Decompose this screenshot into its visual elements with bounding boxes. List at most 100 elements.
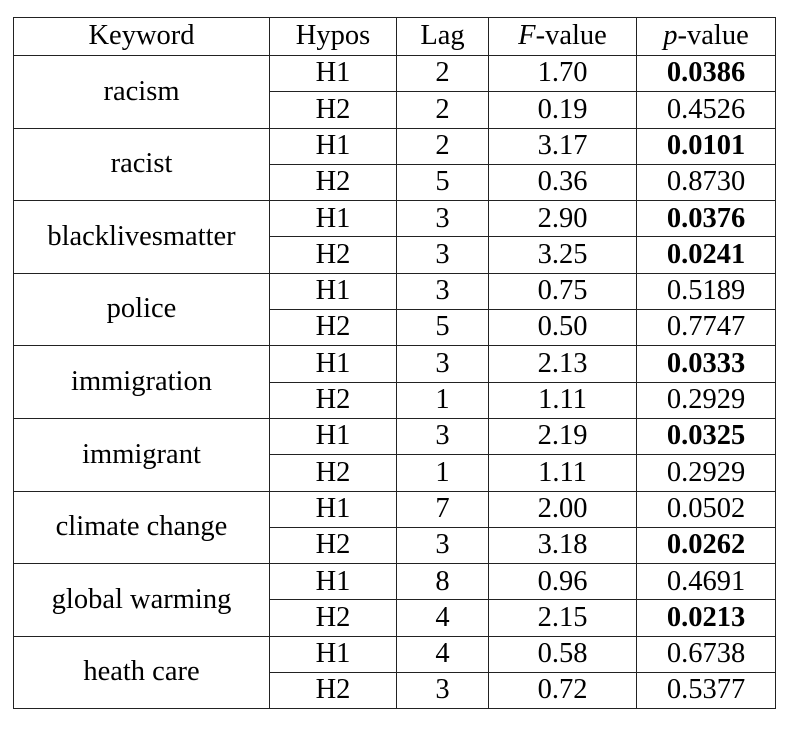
- lag-cell: 5: [396, 163, 489, 202]
- lag-cell: 4: [396, 599, 489, 637]
- p-value-cell: 0.7747: [636, 309, 776, 347]
- p-value-cell: 0.0333: [636, 345, 776, 383]
- lag-cell: 2: [396, 127, 489, 165]
- lag-cell: 4: [396, 635, 489, 674]
- p-value-cell: 0.0502: [636, 490, 776, 528]
- hypothesis-cell: H1: [269, 127, 397, 165]
- p-value-cell: 0.0262: [636, 526, 776, 565]
- table-row: blacklivesmatter H1 3 2.90 0.0376: [13, 200, 776, 274]
- lag-cell: 3: [396, 345, 489, 383]
- f-value-cell: 0.36: [488, 163, 637, 202]
- lag-cell: 1: [396, 454, 489, 492]
- p-value-cell: 0.0101: [636, 127, 776, 165]
- p-value-cell: 0.0325: [636, 417, 776, 456]
- f-suffix: -value: [535, 20, 607, 52]
- f-value-cell: 2.15: [488, 599, 637, 637]
- keyword-cell: racist: [13, 127, 270, 202]
- hypothesis-cell: H2: [269, 163, 397, 202]
- f-value-cell: 0.72: [488, 672, 637, 710]
- p-value-cell: 0.4526: [636, 91, 776, 129]
- p-value-cell: 0.6738: [636, 635, 776, 674]
- p-value-cell: 0.0213: [636, 599, 776, 637]
- table-body: racism H1 2 1.70 0.0386 H2 2 0.19 0.4526 racist H1…: [13, 54, 776, 710]
- f-value-cell: 0.19: [488, 91, 637, 129]
- f-value-cell: 1.11: [488, 454, 637, 492]
- f-value-cell: 1.11: [488, 381, 637, 419]
- hypothesis-cell: H1: [269, 272, 397, 311]
- table-row: global warming H1 8 0.96 0.4691: [13, 563, 776, 637]
- table-row: racist H1 2 3.17 0.0101: [13, 127, 776, 202]
- p-value-cell: 0.2929: [636, 454, 776, 492]
- hypothesis-cell: H1: [269, 635, 397, 674]
- keyword-cell: climate change: [13, 490, 270, 565]
- hypothesis-cell: H2: [269, 526, 397, 565]
- lag-cell: 3: [396, 417, 489, 456]
- table-row: police H1 3 0.75 0.5189: [13, 272, 776, 347]
- f-value-cell: 2.13: [488, 345, 637, 383]
- lag-cell: 2: [396, 54, 489, 93]
- f-value-cell: 3.25: [488, 236, 637, 274]
- hypothesis-cell: H2: [269, 599, 397, 637]
- p-symbol: p: [663, 20, 678, 52]
- lag-cell: 1: [396, 381, 489, 419]
- f-value-cell: 0.58: [488, 635, 637, 674]
- keyword-cell: immigration: [13, 345, 270, 419]
- p-value-cell: 0.2929: [636, 381, 776, 419]
- f-value-cell: 3.17: [488, 127, 637, 165]
- hypothesis-cell: H1: [269, 54, 397, 93]
- keyword-cell: racism: [13, 55, 270, 129]
- f-value-cell: 2.19: [488, 417, 637, 456]
- hypothesis-cell: H2: [269, 381, 397, 419]
- hypothesis-cell: H2: [269, 309, 397, 347]
- header-p-value: p-value: [636, 17, 776, 56]
- hypothesis-cell: H2: [269, 236, 397, 274]
- table-row: heath care H1 4 0.58 0.6738: [13, 635, 776, 710]
- lag-cell: 7: [396, 490, 489, 528]
- granger-causality-table: Keyword Hypos Lag F-value p-value racism…: [13, 17, 776, 710]
- f-value-cell: 0.50: [488, 309, 637, 347]
- p-value-cell: 0.5189: [636, 272, 776, 311]
- f-symbol: F: [518, 20, 536, 52]
- f-value-cell: 0.75: [488, 272, 637, 311]
- f-value-cell: 2.90: [488, 200, 637, 238]
- lag-cell: 3: [396, 272, 489, 311]
- p-value-cell: 0.0376: [636, 200, 776, 238]
- table-row: racism H1 2 1.70 0.0386: [13, 54, 776, 129]
- table-row: climate change H1 7 2.00 0.0502: [13, 490, 776, 565]
- keyword-cell: police: [13, 272, 270, 347]
- header-row: Keyword Hypos Lag F-value p-value: [13, 17, 776, 56]
- lag-cell: 3: [396, 236, 489, 274]
- lag-cell: 3: [396, 526, 489, 565]
- lag-cell: 3: [396, 672, 489, 710]
- keyword-cell: global warming: [13, 563, 270, 637]
- f-value-cell: 2.00: [488, 490, 637, 528]
- lag-cell: 8: [396, 563, 489, 601]
- header-f-value: F-value: [488, 17, 637, 56]
- lag-cell: 2: [396, 91, 489, 129]
- f-value-cell: 0.96: [488, 563, 637, 601]
- hypothesis-cell: H2: [269, 454, 397, 492]
- p-value-cell: 0.8730: [636, 163, 776, 202]
- p-value-cell: 0.0241: [636, 236, 776, 274]
- table-row: immigrant H1 3 2.19 0.0325: [13, 417, 776, 492]
- header-hypos: Hypos: [269, 17, 397, 56]
- header-lag: Lag: [396, 17, 489, 56]
- lag-cell: 5: [396, 309, 489, 347]
- f-value-cell: 1.70: [488, 54, 637, 93]
- keyword-cell: immigrant: [13, 417, 270, 492]
- header-keyword: Keyword: [13, 17, 270, 56]
- hypothesis-cell: H1: [269, 563, 397, 601]
- lag-cell: 3: [396, 200, 489, 238]
- hypothesis-cell: H2: [269, 91, 397, 129]
- keyword-cell: blacklivesmatter: [13, 200, 270, 274]
- p-value-cell: 0.4691: [636, 563, 776, 601]
- f-value-cell: 3.18: [488, 526, 637, 565]
- hypothesis-cell: H1: [269, 200, 397, 238]
- hypothesis-cell: H1: [269, 345, 397, 383]
- hypothesis-cell: H2: [269, 672, 397, 710]
- hypothesis-cell: H1: [269, 417, 397, 456]
- p-value-cell: 0.0386: [636, 54, 776, 93]
- table-row: immigration H1 3 2.13 0.0333: [13, 345, 776, 419]
- hypothesis-cell: H1: [269, 490, 397, 528]
- keyword-cell: heath care: [13, 635, 270, 710]
